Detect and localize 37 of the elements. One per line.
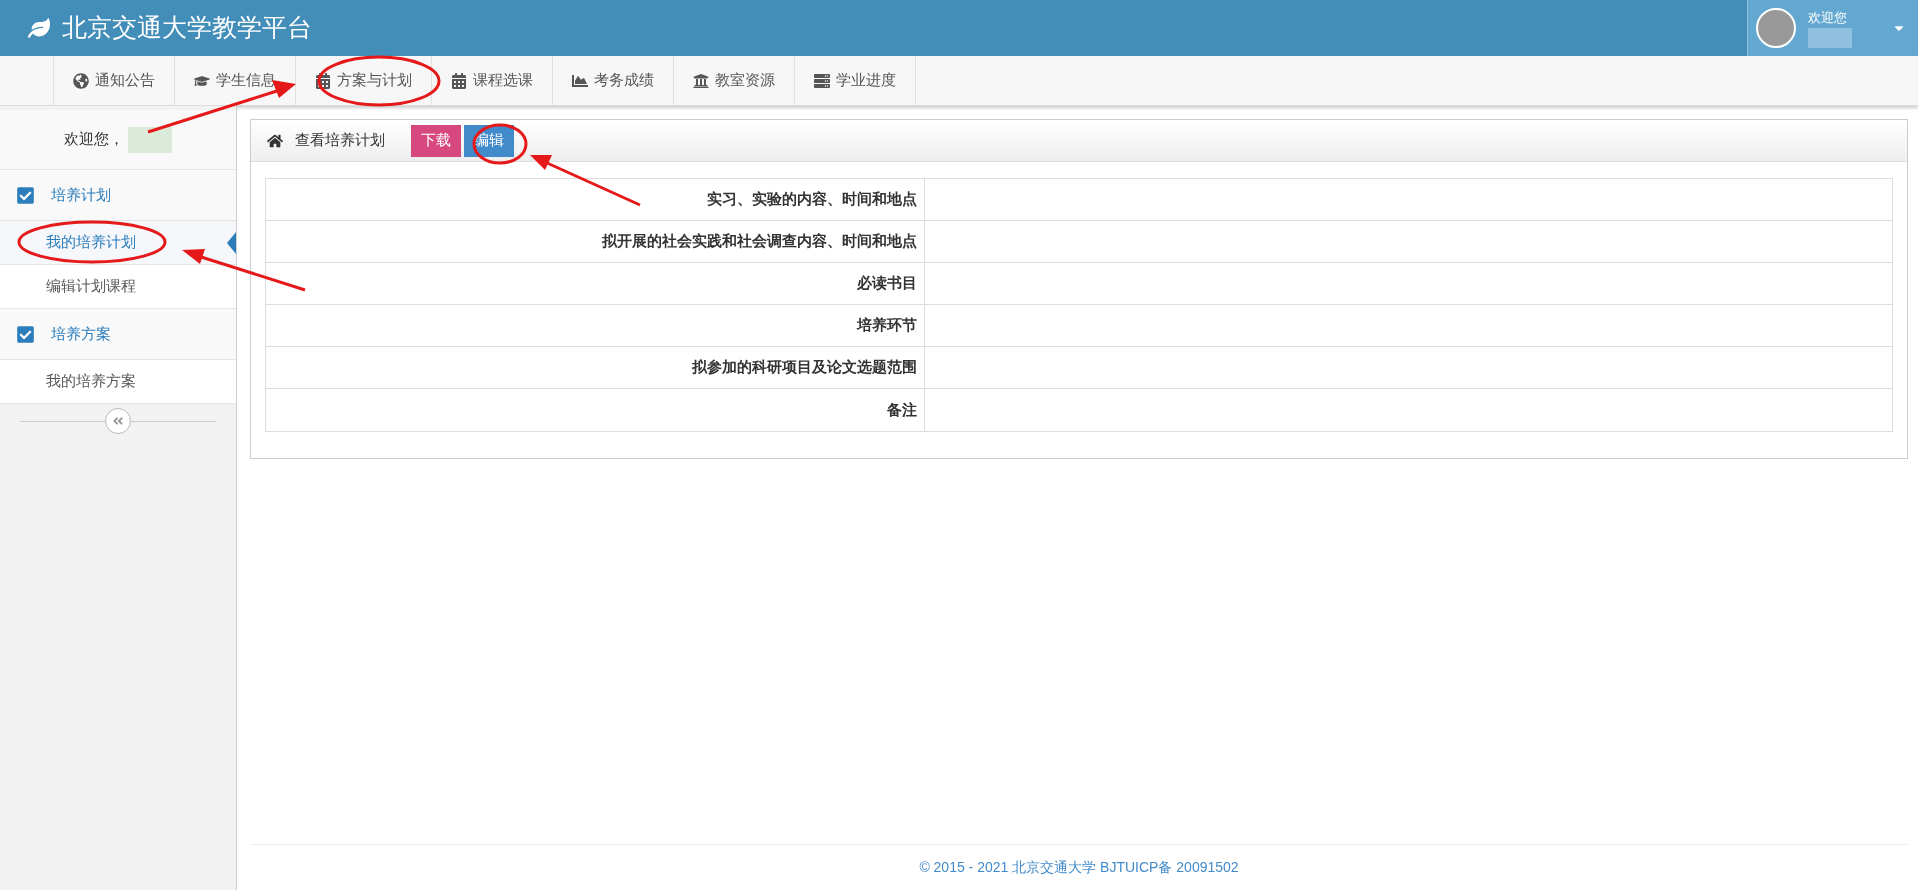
leaf-logo-icon xyxy=(28,17,50,39)
nav-tab[interactable]: 通知公告 xyxy=(53,56,174,105)
calendar-icon xyxy=(315,72,331,89)
welcome-text: 欢迎您， xyxy=(64,129,124,150)
app-title: 北京交通大学教学平台 xyxy=(62,12,312,44)
sidebar-group[interactable]: 培养计划 xyxy=(0,170,236,221)
blurred-username xyxy=(1808,27,1852,48)
home-icon xyxy=(267,132,283,149)
server-icon xyxy=(814,72,830,89)
field-label: 实习、实验的内容、时间和地点 xyxy=(266,179,925,220)
bank-building-icon xyxy=(693,72,709,89)
field-label: 拟开展的社会实践和社会调查内容、时间和地点 xyxy=(266,221,925,262)
footer-copyright: © 2015 - 2021 北京交通大学 BJTUICP备 20091502 xyxy=(919,858,1239,877)
area-chart-icon xyxy=(572,72,588,89)
action-button[interactable]: 下载 xyxy=(411,124,461,157)
sidebar-item[interactable]: 我的培养方案 xyxy=(0,360,236,404)
field-label: 必读书目 xyxy=(266,263,925,304)
globe-icon xyxy=(73,72,89,89)
greeting-text: 欢迎您 xyxy=(1808,9,1847,28)
sidebar-item[interactable]: 编辑计划课程 xyxy=(0,265,236,309)
nav-tab[interactable]: 考务成绩 xyxy=(552,56,673,105)
field-label: 培养环节 xyxy=(266,305,925,346)
double-chevron-left-icon xyxy=(112,415,124,427)
nav-tab[interactable]: 课程选课 xyxy=(431,56,552,105)
collapse-button[interactable] xyxy=(105,408,131,434)
field-label: 拟参加的科研项目及论文选题范围 xyxy=(266,347,925,388)
active-pointer-icon xyxy=(227,232,236,254)
avatar xyxy=(1756,8,1796,48)
nav-tab[interactable]: 教室资源 xyxy=(673,56,794,105)
annotation-ellipse xyxy=(472,123,528,165)
panel-title: 查看培养计划 xyxy=(295,130,385,151)
nav-tab[interactable]: 方案与计划 xyxy=(295,56,431,105)
calendar-icon xyxy=(451,72,467,89)
sidebar-group[interactable]: 培养方案 xyxy=(0,309,236,360)
blurred-username xyxy=(128,126,172,153)
field-label: 备注 xyxy=(266,389,925,431)
nav-tab[interactable]: 学业进度 xyxy=(794,56,916,105)
